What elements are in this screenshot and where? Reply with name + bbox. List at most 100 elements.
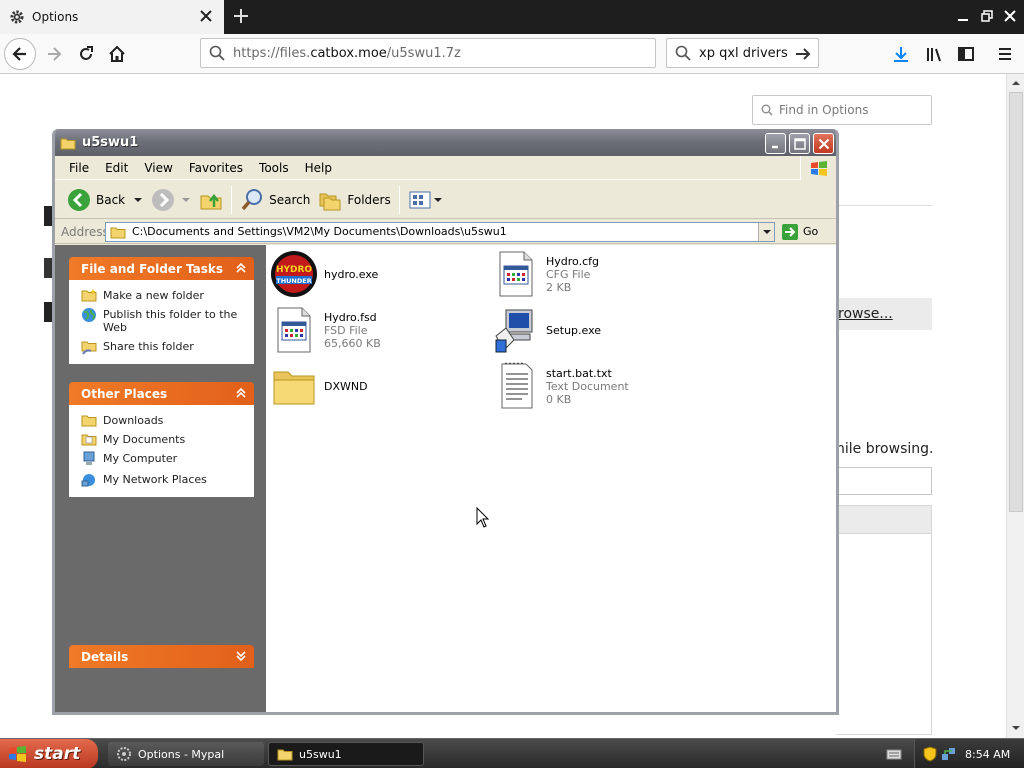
task-publish-to-web[interactable]: Publish this folder to the Web: [81, 305, 246, 337]
options-input[interactable]: [836, 467, 932, 495]
views-button[interactable]: [404, 184, 446, 216]
folder-icon: [273, 371, 315, 405]
search-label: Search: [269, 192, 311, 207]
hamburger-menu-icon: [999, 48, 1011, 60]
menu-favorites[interactable]: Favorites: [181, 161, 251, 175]
address-dropdown-button[interactable]: [758, 222, 774, 241]
explorer-title-bar[interactable]: u5swu1: [55, 129, 836, 156]
search-input[interactable]: xp qxl drivers: [699, 46, 788, 61]
place-downloads[interactable]: Downloads: [81, 411, 246, 430]
folder-icon: [110, 227, 126, 238]
up-folder-button[interactable]: [195, 184, 227, 216]
toolbar-separator: [231, 185, 233, 214]
menu-tools[interactable]: Tools: [251, 161, 297, 175]
page-scrollbar[interactable]: [1006, 74, 1024, 738]
go-button[interactable]: Go: [781, 223, 818, 241]
download-icon: [894, 47, 908, 62]
collapse-chevron-icon[interactable]: [234, 261, 248, 275]
taskbar-item-u5swu1[interactable]: u5swu1: [268, 742, 424, 766]
menu-view[interactable]: View: [136, 161, 180, 175]
file-item-hydro-fsd[interactable]: Hydro.fsd FSD File 65,660 KB: [270, 306, 381, 354]
taskbar-item-options-mypal[interactable]: Options - Mypal: [108, 742, 264, 766]
file-item-dxwnd-folder[interactable]: DXWND: [270, 362, 368, 410]
new-folder-icon: [81, 289, 97, 302]
chevron-down-icon[interactable]: [133, 195, 143, 205]
reload-icon: [80, 46, 93, 60]
minimize-button[interactable]: [765, 133, 786, 154]
other-places-panel: Other Places Downloads My Documents My C…: [69, 382, 254, 497]
network-connection-icon[interactable]: [941, 746, 957, 762]
scroll-down-arrow-icon[interactable]: [1010, 722, 1022, 734]
file-name: hydro.exe: [324, 267, 379, 281]
file-size: 2 KB: [546, 280, 572, 294]
panel-header[interactable]: Details: [69, 645, 254, 668]
library-button[interactable]: [923, 43, 945, 65]
reload-button[interactable]: [70, 38, 102, 70]
task-make-new-folder[interactable]: Make a new folder: [81, 286, 246, 305]
scrollbar-thumb[interactable]: [1009, 92, 1023, 512]
panel-header[interactable]: Other Places: [69, 382, 254, 405]
file-item-hydro-exe[interactable]: HYDRO THUNDER hydro.exe: [270, 250, 378, 298]
restore-browser-button[interactable]: [977, 6, 997, 26]
task-share-folder[interactable]: Share this folder: [81, 337, 246, 358]
close-button[interactable]: [813, 133, 834, 154]
file-item-setup-exe[interactable]: Setup.exe: [492, 306, 601, 354]
folders-icon: [319, 193, 341, 210]
scroll-up-arrow-icon[interactable]: [1010, 77, 1022, 89]
security-shield-icon[interactable]: [923, 746, 937, 762]
explorer-window: u5swu1 File Edit View Favorites Tools He…: [52, 129, 839, 715]
browse-button[interactable]: rowse...: [836, 298, 932, 330]
downloads-button[interactable]: [890, 43, 912, 65]
find-in-options-input[interactable]: Find in Options: [752, 95, 932, 125]
close-icon: [818, 138, 829, 149]
while-browsing-text: hile browsing.: [836, 441, 934, 457]
menu-button[interactable]: [994, 43, 1016, 65]
start-button[interactable]: start: [0, 739, 98, 768]
close-icon[interactable]: [198, 8, 214, 24]
chevron-down-icon[interactable]: [181, 195, 191, 205]
place-my-network-places[interactable]: My Network Places: [81, 470, 246, 491]
place-my-documents[interactable]: My Documents: [81, 430, 246, 449]
file-type: CFG File: [546, 267, 591, 281]
folder-icon: [81, 415, 97, 427]
tab-options[interactable]: Options: [0, 0, 224, 34]
panel-title: File and Folder Tasks: [81, 261, 224, 276]
new-tab-icon[interactable]: [232, 7, 250, 25]
place-label: Downloads: [103, 414, 164, 427]
forward-button[interactable]: [38, 38, 70, 70]
place-label: My Computer: [103, 452, 178, 465]
windows-flag-icon: [810, 161, 827, 176]
task-label: Publish this folder to the Web: [103, 308, 238, 334]
expand-chevron-icon[interactable]: [234, 649, 248, 663]
menu-file[interactable]: File: [61, 161, 97, 175]
maximize-button[interactable]: [789, 133, 810, 154]
menu-help[interactable]: Help: [297, 161, 340, 175]
keyboard-icon[interactable]: [886, 747, 902, 761]
home-button[interactable]: [101, 38, 133, 70]
file-item-hydro-cfg[interactable]: Hydro.cfg CFG File 2 KB: [492, 250, 599, 298]
search-button[interactable]: Search: [236, 184, 314, 216]
task-label: Share this folder: [103, 340, 194, 353]
arrow-right-icon: [48, 47, 62, 61]
address-field[interactable]: C:\Documents and Settings\VM2\My Documen…: [105, 221, 775, 242]
task-label: Make a new folder: [103, 289, 204, 302]
close-browser-button[interactable]: [1000, 6, 1020, 26]
go-arrow-icon[interactable]: [794, 45, 812, 63]
collapse-chevron-icon[interactable]: [234, 386, 248, 400]
forward-button[interactable]: [147, 184, 195, 216]
url-bar[interactable]: https://files.catbox.moe/u5swu1.7z: [200, 38, 656, 68]
globe-icon: [82, 308, 96, 322]
system-tray: 8:54 AM: [914, 739, 1024, 768]
file-item-start-bat-txt[interactable]: start.bat.txt Text Document 0 KB: [492, 362, 629, 410]
forward-arrow-icon: [152, 188, 175, 211]
file-type: Text Document: [546, 379, 629, 393]
search-bar[interactable]: xp qxl drivers: [666, 38, 819, 68]
folders-button[interactable]: Folders: [314, 184, 394, 216]
menu-edit[interactable]: Edit: [97, 161, 136, 175]
panel-header[interactable]: File and Folder Tasks: [69, 257, 254, 280]
place-my-computer[interactable]: My Computer: [81, 449, 246, 470]
back-button[interactable]: [4, 38, 36, 70]
back-button[interactable]: Back: [63, 184, 147, 216]
minimize-browser-button[interactable]: [953, 6, 973, 26]
sidebar-button[interactable]: [955, 43, 977, 65]
